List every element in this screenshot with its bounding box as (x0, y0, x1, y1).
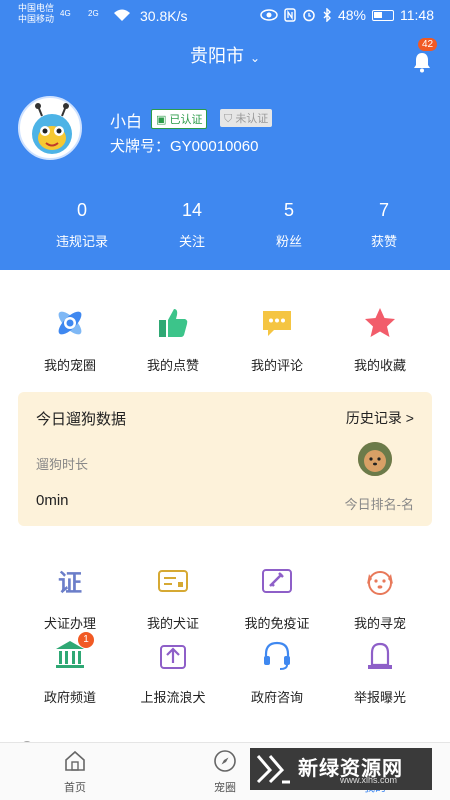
service-find-pet[interactable]: 我的寻宠 (330, 564, 430, 632)
history-link[interactable]: 历史记录 > (346, 408, 414, 428)
service-label: 政府咨询 (250, 690, 303, 705)
stat-violations[interactable]: 0 违规记录 (32, 200, 132, 250)
stat-value: 7 (378, 200, 389, 220)
service-government-consult[interactable]: 政府咨询 (227, 638, 327, 706)
username: 小白 (110, 114, 143, 131)
compass-icon (214, 750, 236, 772)
watermark-logo-icon (256, 755, 290, 784)
pet-circle-icon (58, 311, 82, 335)
certificate-icon: 证 (58, 569, 82, 597)
tab-label: 首页 (64, 782, 86, 794)
government-badge: 1 (78, 632, 94, 648)
walk-card-title: 今日遛狗数据 (36, 411, 127, 428)
carrier-info: 中国电信 中国移动 (18, 3, 54, 25)
battery-icon (372, 9, 394, 21)
headset-icon (264, 641, 290, 670)
alarm-clock-icon (303, 9, 315, 22)
stat-value: 5 (283, 200, 294, 220)
status-bar: 中国电信 中国移动 4G 2G 30.8K/s 48% 11:48 (0, 0, 450, 32)
nfc-icon (284, 8, 296, 22)
bee-mascot-icon (32, 103, 72, 154)
svg-text:证: 证 (58, 569, 82, 597)
stat-likes[interactable]: 7 获赞 (334, 200, 434, 250)
upload-icon (160, 645, 186, 669)
walk-duration-label: 遛狗时长 (36, 457, 89, 472)
service-label: 上报流浪犬 (140, 690, 206, 705)
wifi-icon (114, 9, 130, 21)
service-report-expose[interactable]: 举报曝光 (330, 638, 430, 706)
city-name: 贵阳市 (189, 46, 244, 66)
menu-label: 我的收藏 (353, 358, 406, 373)
service-report-stray[interactable]: 上报流浪犬 (123, 638, 223, 706)
unverified-badge[interactable]: ⛉ 未认证 (220, 109, 273, 127)
stat-label: 关注 (178, 234, 205, 249)
dog-face-icon (367, 571, 393, 595)
menu-my-comments[interactable]: 我的评论 (227, 306, 327, 374)
stat-label: 违规记录 (55, 234, 108, 249)
service-label: 我的寻宠 (353, 616, 406, 631)
unverified-label: 未认证 (235, 113, 269, 125)
dog-license-icon (158, 570, 188, 592)
city-selector[interactable]: 贵阳市 ⌄ (0, 42, 450, 68)
service-label: 我的免疫证 (244, 616, 310, 631)
tab-home[interactable]: 首页 (35, 749, 115, 795)
pet-avatar[interactable] (358, 442, 392, 476)
battery-percent: 48% (337, 7, 366, 23)
chevron-down-icon: ⌄ (249, 51, 261, 65)
service-vaccine-cert[interactable]: 我的免疫证 (227, 564, 327, 632)
menu-my-favorites[interactable]: 我的收藏 (330, 306, 430, 374)
service-label: 犬证办理 (43, 616, 96, 631)
clock: 11:48 (400, 7, 434, 23)
menu-label: 我的评论 (250, 358, 303, 373)
menu-label: 我的点赞 (146, 358, 199, 373)
bluetooth-icon (323, 8, 331, 22)
signal-4g: 4G (60, 9, 71, 18)
thumbs-up-icon (159, 309, 188, 337)
stat-label: 获赞 (370, 234, 397, 249)
watermark: 新绿资源网 www.xlhs.com (250, 748, 432, 790)
carrier-1: 中国电信 (18, 3, 55, 13)
avatar[interactable] (18, 96, 82, 160)
walk-data-card: 今日遛狗数据 历史记录 > 遛狗时长 0min 今日排名-名 (18, 392, 432, 526)
dog-license-number: 犬牌号：GY00010060 (110, 138, 259, 155)
home-icon (65, 750, 85, 771)
walk-duration-value: 0min (36, 492, 69, 509)
service-label: 举报曝光 (353, 690, 406, 705)
verified-badge: ▣ 已认证 (151, 109, 208, 129)
watermark-url: www.xlhs.com (340, 775, 398, 785)
alarm-icon (368, 642, 392, 669)
notification-badge: 42 (418, 38, 438, 51)
stat-value: 14 (181, 200, 203, 220)
service-government-channel[interactable]: 1 政府频道 (20, 632, 120, 706)
service-label: 我的犬证 (146, 616, 199, 631)
service-label: 政府频道 (43, 690, 96, 705)
service-license-apply[interactable]: 证 犬证办理 (20, 564, 120, 632)
stat-followers[interactable]: 5 粉丝 (239, 200, 339, 250)
carrier-2: 中国移动 (18, 14, 55, 24)
service-my-license[interactable]: 我的犬证 (123, 564, 223, 632)
menu-my-pet-circle[interactable]: 我的宠圈 (20, 306, 120, 374)
notification-bell-icon[interactable] (410, 50, 434, 74)
eye-icon (260, 9, 278, 21)
star-icon (365, 308, 395, 337)
comment-icon (263, 311, 291, 336)
main-content: 我的宠圈 我的点赞 我的评论 我的收藏 今日遛狗数据 历史记录 > 遛狗时长 0… (0, 270, 450, 800)
network-speed: 30.8K/s (140, 8, 188, 24)
signal-2g: 2G (88, 9, 99, 18)
vaccine-icon (262, 569, 292, 593)
today-rank: 今日排名-名 (344, 497, 414, 512)
stat-label: 粉丝 (275, 234, 302, 249)
stat-following[interactable]: 14 关注 (142, 200, 242, 250)
dog-photo-icon (358, 442, 392, 476)
verified-label: 已认证 (169, 114, 203, 126)
profile-header: 贵阳市 ⌄ 42 小白 ▣ 已认证 ⛉ 未认证 犬牌号：GY00010060 0 … (0, 32, 450, 270)
stat-value: 0 (76, 200, 87, 220)
menu-my-likes[interactable]: 我的点赞 (123, 306, 223, 374)
menu-label: 我的宠圈 (43, 358, 96, 373)
